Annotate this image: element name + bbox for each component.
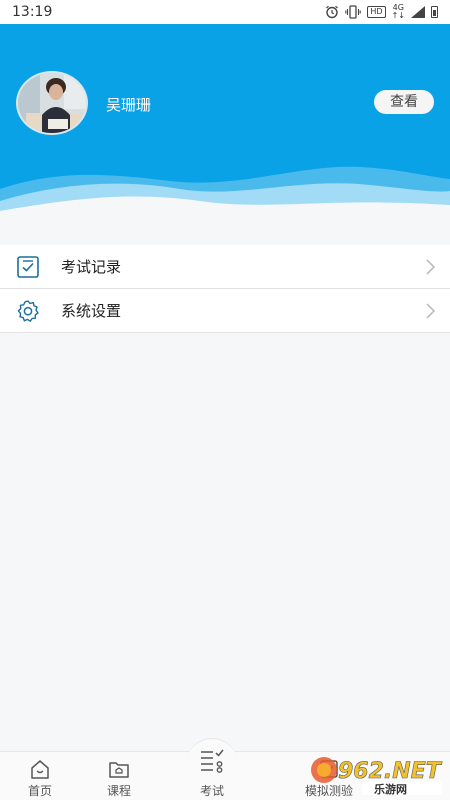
menu-item-label: 系统设置	[61, 302, 122, 320]
svg-text:乐游网: 乐游网	[374, 782, 407, 796]
exam-list-icon	[201, 749, 224, 773]
view-profile-button[interactable]: 查看	[374, 90, 434, 114]
tab-label: 课程	[106, 784, 131, 798]
checkbox-icon	[17, 256, 39, 278]
chevron-right-icon	[426, 303, 436, 319]
tab-home[interactable]: 首页	[0, 752, 80, 800]
watermark-logo: 962.NET 乐游网	[311, 757, 443, 796]
status-bar: 13:19 HD 4G ↑↓	[0, 0, 450, 24]
hd-icon: HD	[367, 6, 386, 18]
avatar[interactable]	[16, 71, 88, 135]
svg-text:962.NET: 962.NET	[338, 759, 443, 784]
signal-icon	[411, 6, 425, 18]
tab-label: 首页	[27, 784, 52, 798]
menu-item-exam-records[interactable]: 考试记录	[0, 245, 450, 289]
tab-exam[interactable]: 考试	[172, 749, 252, 800]
folder-icon	[109, 762, 129, 778]
battery-icon	[431, 6, 438, 18]
vibrate-icon	[345, 5, 362, 19]
avatar-photo	[18, 73, 86, 133]
alarm-icon	[326, 5, 339, 19]
chevron-right-icon	[426, 259, 436, 275]
network-type: 4G	[392, 3, 404, 12]
profile-header: 吴珊珊 查看	[0, 24, 450, 219]
tab-label: 考试	[199, 784, 224, 798]
user-name: 吴珊珊	[106, 96, 152, 114]
status-time: 13:19	[12, 4, 53, 20]
4g-icon: 4G ↑↓	[391, 3, 405, 20]
status-icons: HD 4G ↑↓	[325, 4, 438, 20]
header-waves	[0, 166, 450, 219]
home-icon	[31, 760, 49, 779]
menu-item-label: 考试记录	[61, 258, 122, 276]
tab-courses[interactable]: 课程	[79, 752, 159, 800]
bottom-tab-bar: 首页 课程 考试 模拟测验 962.NET 乐游网	[0, 738, 450, 800]
menu-item-system-settings[interactable]: 系统设置	[0, 289, 450, 333]
menu-list: 考试记录 系统设置	[0, 245, 450, 333]
gear-icon	[17, 300, 39, 322]
